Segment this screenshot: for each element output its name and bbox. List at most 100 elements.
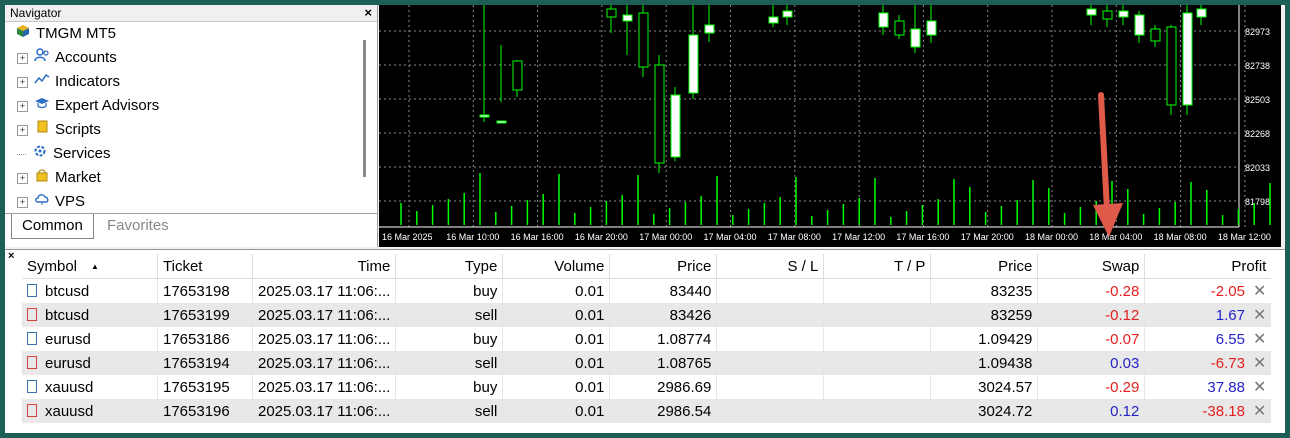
price-axis-label: 82268: [1245, 129, 1270, 139]
vps-icon: [34, 190, 50, 214]
position-icon: [27, 380, 37, 394]
expand-icon[interactable]: +: [17, 52, 28, 64]
tree-root-tmgm[interactable]: TMGM MT5: [15, 22, 116, 46]
table-row[interactable]: eurusd 17653194 2025.03.17 11:06:... sell 0.…: [22, 351, 1272, 375]
column-header-stop-loss[interactable]: S / L: [716, 254, 825, 279]
position-volume: 0.01: [502, 303, 611, 327]
column-header-ticket[interactable]: Ticket: [157, 254, 253, 279]
candle-body: [670, 94, 681, 158]
close-position-icon[interactable]: ✕: [1253, 379, 1266, 396]
navigator-title-bar: Navigator ×: [5, 5, 377, 22]
expand-icon[interactable]: +: [17, 172, 28, 184]
position-ticket: 17653194: [157, 351, 253, 375]
position-swap: 0.03: [1037, 351, 1146, 375]
position-current-price: 83235: [930, 278, 1039, 303]
position-take-profit: [823, 375, 932, 399]
position-ticket: 17653186: [157, 327, 253, 351]
price-chart[interactable]: 82973 82738 82503 82268 82033 81798 16 Mar 202…: [379, 5, 1281, 247]
position-swap: -0.07: [1037, 327, 1146, 351]
price-axis-label: 82503: [1245, 95, 1270, 105]
candle-body: [1150, 28, 1161, 42]
position-icon: [27, 356, 37, 370]
close-position-icon[interactable]: ✕: [1253, 355, 1266, 372]
candle-body: [878, 12, 889, 28]
chart-canvas: 82973 82738 82503 82268 82033 81798 16 Mar 202…: [379, 5, 1271, 242]
tree-item-services[interactable]: Services: [17, 142, 111, 166]
position-current-price: 83259: [930, 303, 1039, 327]
position-volume: 0.01: [502, 278, 611, 303]
time-axis-label: 17 Mar 20:00: [961, 232, 1014, 242]
tree-item-market[interactable]: + Market: [17, 166, 101, 190]
position-profit: -6.73 ✕: [1144, 351, 1272, 375]
navigator-scrollbar[interactable]: [363, 40, 366, 177]
candle-body: [512, 60, 523, 91]
position-icon: [27, 332, 37, 346]
close-position-icon[interactable]: ✕: [1253, 403, 1266, 420]
tree-item-expert-advisors[interactable]: + Expert Advisors: [17, 94, 159, 118]
column-header-symbol[interactable]: Symbol ▲: [22, 254, 158, 279]
table-row[interactable]: btcusd 17653198 2025.03.17 11:06:... buy 0.0…: [22, 278, 1271, 303]
position-stop-loss: [716, 303, 825, 327]
time-axis-label: 16 Mar 2025: [382, 232, 433, 242]
table-row[interactable]: xauusd 17653195 2025.03.17 11:06:... buy 0.0…: [22, 375, 1271, 399]
time-axis-label: 17 Mar 08:00: [768, 232, 821, 242]
close-position-icon[interactable]: ✕: [1253, 307, 1266, 324]
position-type: sell: [395, 303, 504, 327]
tab-common[interactable]: Common: [11, 214, 94, 239]
tab-favorites[interactable]: Favorites: [97, 214, 179, 238]
candle-body: [910, 28, 921, 48]
time-axis-label: 17 Mar 04:00: [704, 232, 757, 242]
tree-root-label: TMGM MT5: [36, 25, 116, 42]
time-axis-label: 16 Mar 20:00: [575, 232, 628, 242]
position-current-price: 3024.57: [930, 375, 1039, 399]
table-row[interactable]: btcusd 17653199 2025.03.17 11:06:... sell 0.…: [22, 303, 1272, 327]
position-open-price: 1.08765: [609, 351, 718, 375]
candle-body: [496, 120, 507, 124]
position-stop-loss: [716, 278, 825, 303]
column-header-take-profit[interactable]: T / P: [823, 254, 932, 279]
column-header-price[interactable]: Price: [609, 254, 718, 279]
market-icon: [34, 166, 50, 190]
navigator-close-icon[interactable]: ×: [364, 5, 372, 21]
time-axis-label: 17 Mar 12:00: [832, 232, 885, 242]
close-position-icon[interactable]: ✕: [1253, 283, 1266, 300]
position-open-price: 2986.54: [609, 399, 718, 423]
candle-body: [479, 114, 490, 118]
candle-body: [1118, 10, 1129, 18]
table-row[interactable]: xauusd 17653196 2025.03.17 11:06:... sell 0.…: [22, 399, 1272, 423]
tree-item-accounts[interactable]: + Accounts: [17, 46, 117, 70]
position-take-profit: [823, 327, 932, 351]
column-header-swap[interactable]: Swap: [1037, 254, 1146, 279]
column-header-time[interactable]: Time: [252, 254, 397, 279]
position-type: buy: [395, 375, 504, 399]
column-header-volume[interactable]: Volume: [502, 254, 611, 279]
position-symbol: btcusd: [22, 303, 158, 327]
toolbox-close-icon[interactable]: ×: [8, 250, 14, 262]
position-time: 2025.03.17 11:06:...: [252, 351, 397, 375]
candle-body: [1196, 8, 1207, 18]
expand-icon[interactable]: +: [17, 100, 28, 112]
tree-item-indicators[interactable]: + Indicators: [17, 70, 120, 94]
column-header-profit[interactable]: Profit: [1144, 254, 1272, 279]
trade-rows: btcusd 17653198 2025.03.17 11:06:... buy 0.0…: [22, 278, 1272, 423]
expand-icon[interactable]: +: [17, 124, 28, 136]
position-stop-loss: [716, 375, 825, 399]
column-header-current-price[interactable]: Price: [930, 254, 1039, 279]
candle-body: [894, 20, 905, 36]
column-header-type[interactable]: Type: [395, 254, 504, 279]
price-axis-label: 82738: [1245, 61, 1270, 71]
position-ticket: 17653195: [157, 375, 253, 399]
close-position-icon[interactable]: ✕: [1253, 331, 1266, 348]
position-take-profit: [823, 351, 932, 375]
tree-item-scripts[interactable]: + Scripts: [17, 118, 101, 142]
candle-body: [1182, 12, 1193, 106]
expand-icon[interactable]: +: [17, 76, 28, 88]
time-axis-label: 18 Mar 08:00: [1154, 232, 1207, 242]
terminal-window: Navigator × TMGM MT5 + Accounts + Indicato…: [5, 5, 1285, 433]
position-volume: 0.01: [502, 399, 611, 423]
expand-icon[interactable]: +: [17, 196, 28, 208]
candle-body: [926, 20, 937, 36]
position-time: 2025.03.17 11:06:...: [252, 327, 397, 351]
tree-item-vps[interactable]: + VPS: [17, 190, 85, 214]
table-row[interactable]: eurusd 17653186 2025.03.17 11:06:... buy 0.0…: [22, 327, 1271, 351]
